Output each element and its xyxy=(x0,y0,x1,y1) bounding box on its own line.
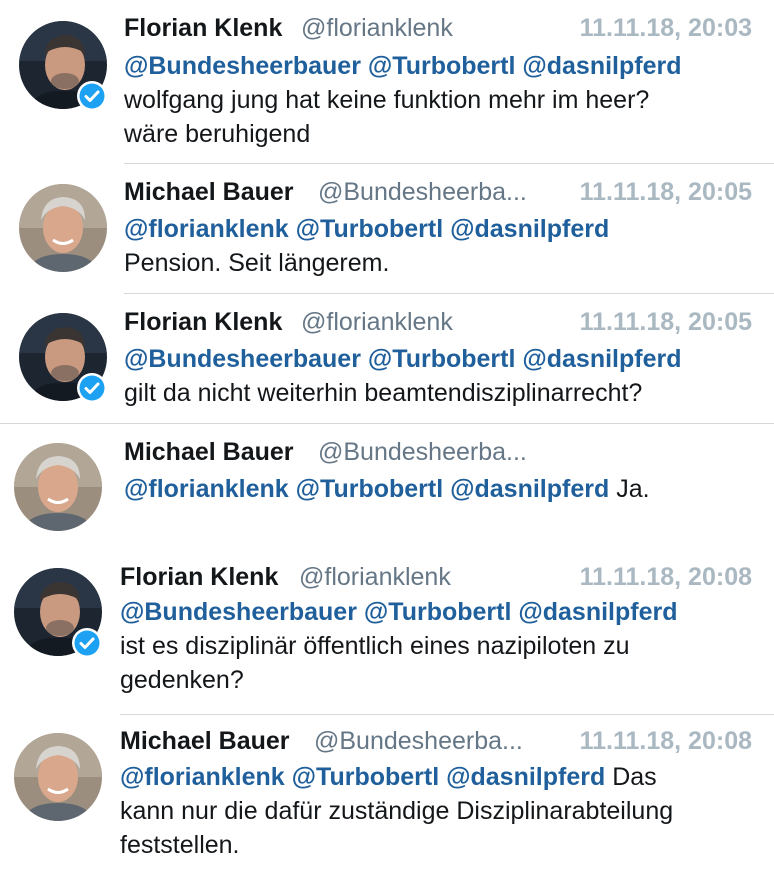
mention-link[interactable]: @dasnilpferd xyxy=(446,763,605,791)
mention-link[interactable]: @Bundesheerbauer xyxy=(124,345,361,373)
verified-badge-icon xyxy=(76,372,108,404)
tweet-timestamp[interactable]: 11.11.18, 20:08 xyxy=(580,562,752,592)
mention-link[interactable]: @dasnilpferd xyxy=(450,215,609,243)
verified-badge-icon xyxy=(71,627,103,659)
tweet-timestamp[interactable]: 11.11.18, 20:05 xyxy=(580,307,752,337)
michael-avatar-icon xyxy=(19,184,107,272)
tweet-5[interactable]: Florian Klenk @florianklenk 11.11.18, 20… xyxy=(0,554,774,716)
mentions-line: @florianklenk @Turbobertl @dasnilpferd J… xyxy=(124,472,650,506)
author-name[interactable]: Michael Bauer xyxy=(124,437,294,467)
mention-link[interactable]: @Bundesheerbauer xyxy=(124,52,361,80)
tweet-text: @florianklenk @Turbobertl @dasnilpferd P… xyxy=(124,212,609,280)
mention-link[interactable]: @dasnilpferd xyxy=(450,475,609,503)
mentions-line: @Bundesheerbauer @Turbobertl @dasnilpfer… xyxy=(124,49,682,83)
michael-avatar-icon xyxy=(14,443,102,531)
tweet-timestamp[interactable]: 11.11.18, 20:08 xyxy=(580,726,752,756)
mentions-line: @florianklenk @Turbobertl @dasnilpferd xyxy=(124,212,609,246)
author-name[interactable]: Florian Klenk xyxy=(124,307,282,337)
text-line: gedenken? xyxy=(120,666,244,694)
avatar-michael[interactable] xyxy=(14,733,102,821)
tweet-text: @florianklenk @Turbobertl @dasnilpferd J… xyxy=(124,472,650,506)
author-handle[interactable]: @florianklenk xyxy=(299,562,451,592)
verified-badge-icon xyxy=(76,80,108,112)
mention-link[interactable]: @Turbobertl xyxy=(296,215,444,243)
author-handle[interactable]: @Bundesheerba... xyxy=(314,726,523,756)
mention-link[interactable]: @Bundesheerbauer xyxy=(120,598,357,626)
mention-link[interactable]: @dasnilpferd xyxy=(522,52,681,80)
mention-link[interactable]: @florianklenk xyxy=(124,215,289,243)
author-handle[interactable]: @Bundesheerba... xyxy=(318,177,527,207)
michael-avatar-icon xyxy=(14,733,102,821)
text-line: ist es disziplinär öffentlich eines nazi… xyxy=(120,632,630,660)
inline-text: Das xyxy=(612,763,657,791)
divider xyxy=(120,714,774,715)
author-name[interactable]: Florian Klenk xyxy=(124,13,282,43)
mention-link[interactable]: @Turbobertl xyxy=(292,763,440,791)
tweet-text: @florianklenk @Turbobertl @dasnilpferd D… xyxy=(120,760,673,862)
mention-link[interactable]: @Turbobertl xyxy=(296,475,444,503)
mention-link[interactable]: @Turbobertl xyxy=(368,52,516,80)
mention-link[interactable]: @dasnilpferd xyxy=(522,345,681,373)
tweet-timestamp[interactable]: 11.11.18, 20:05 xyxy=(580,177,752,207)
author-handle[interactable]: @florianklenk xyxy=(301,13,453,43)
text-line: wäre beruhigend xyxy=(124,120,311,148)
author-name[interactable]: Florian Klenk xyxy=(120,562,278,592)
mentions-line: @florianklenk @Turbobertl @dasnilpferd D… xyxy=(120,760,673,794)
author-name[interactable]: Michael Bauer xyxy=(120,726,290,756)
tweet-2[interactable]: Michael Bauer @Bundesheerba... 11.11.18,… xyxy=(0,164,774,294)
tweet-3[interactable]: Florian Klenk @florianklenk 11.11.18, 20… xyxy=(0,294,774,424)
author-handle[interactable]: @Bundesheerba... xyxy=(318,437,527,467)
tweet-timestamp[interactable]: 11.11.18, 20:03 xyxy=(580,13,752,43)
tweet-text: @Bundesheerbauer @Turbobertl @dasnilpfer… xyxy=(124,342,682,410)
mention-link[interactable]: @Turbobertl xyxy=(364,598,512,626)
tweet-text: @Bundesheerbauer @Turbobertl @dasnilpfer… xyxy=(120,595,678,697)
text-line: kann nur die dafür zuständige Disziplina… xyxy=(120,797,674,825)
avatar-michael[interactable] xyxy=(19,184,107,272)
tweet-6[interactable]: Michael Bauer @Bundesheerba... 11.11.18,… xyxy=(0,716,774,882)
text-line: wolfgang jung hat keine funktion mehr im… xyxy=(124,86,650,114)
text-line: gilt da nicht weiterhin beamtendisziplin… xyxy=(124,379,643,407)
text-line: Pension. Seit längerem. xyxy=(124,249,390,277)
mention-link[interactable]: @dasnilpferd xyxy=(518,598,677,626)
author-name[interactable]: Michael Bauer xyxy=(124,177,294,207)
author-handle[interactable]: @florianklenk xyxy=(301,307,453,337)
mention-link[interactable]: @Turbobertl xyxy=(368,345,516,373)
mention-link[interactable]: @florianklenk xyxy=(124,475,289,503)
tweet-4[interactable]: Michael Bauer @Bundesheerba... @floriank… xyxy=(0,424,774,554)
mention-link[interactable]: @florianklenk xyxy=(120,763,285,791)
inline-text: Ja. xyxy=(616,475,650,503)
tweet-1[interactable]: Florian Klenk @florianklenk 11.11.18, 20… xyxy=(0,0,774,164)
mentions-line: @Bundesheerbauer @Turbobertl @dasnilpfer… xyxy=(120,595,678,629)
avatar-michael[interactable] xyxy=(14,443,102,531)
text-line: feststellen. xyxy=(120,831,240,859)
mentions-line: @Bundesheerbauer @Turbobertl @dasnilpfer… xyxy=(124,342,682,376)
tweet-text: @Bundesheerbauer @Turbobertl @dasnilpfer… xyxy=(124,49,682,151)
